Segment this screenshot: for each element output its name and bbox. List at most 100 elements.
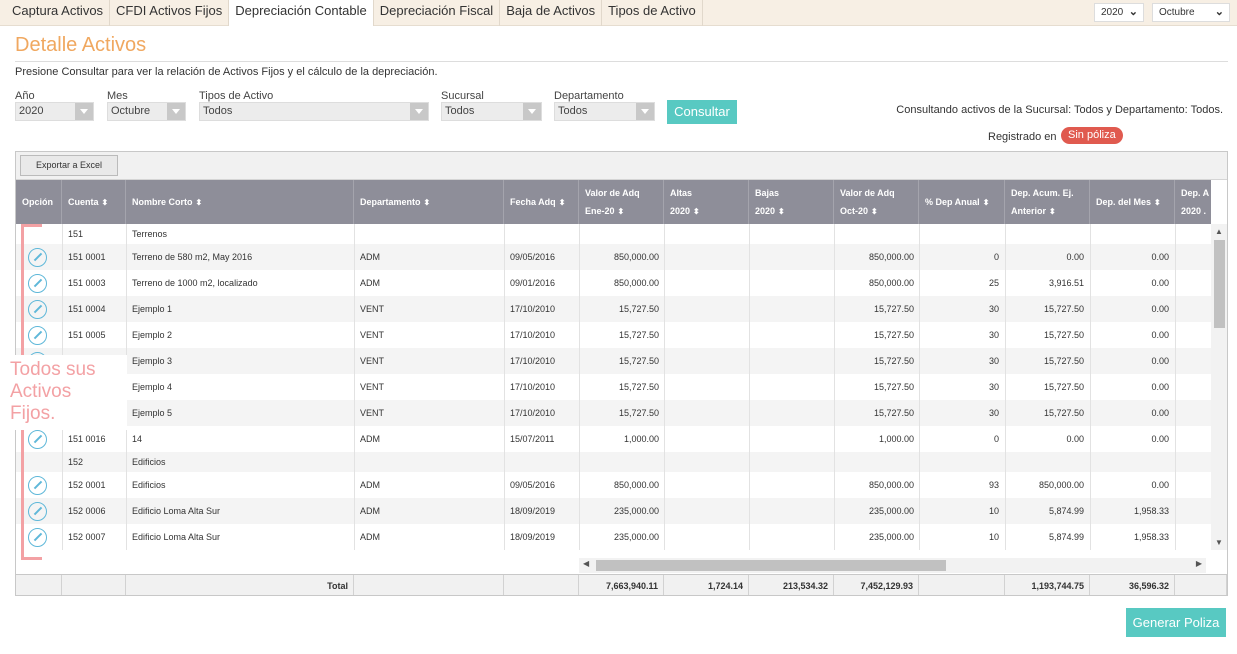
cell-cuenta: 151 0001 bbox=[68, 252, 106, 262]
edit-icon[interactable] bbox=[28, 325, 47, 345]
tab-cfdi-activos-fijos[interactable]: CFDI Activos Fijos bbox=[110, 0, 230, 26]
cell-nombre: Terreno de 580 m2, May 2016 bbox=[132, 252, 253, 262]
column-header-subtext: Anterior bbox=[1011, 206, 1047, 216]
column-header-dep-del-mes[interactable]: Dep. del Mes ⬍ bbox=[1090, 180, 1175, 224]
sort-icon[interactable]: ⬍ bbox=[1154, 198, 1161, 207]
sort-icon[interactable]: ⬍ bbox=[102, 198, 109, 207]
edit-icon[interactable] bbox=[28, 273, 47, 293]
export-excel-button[interactable]: Exportar a Excel bbox=[20, 155, 118, 176]
column-header-valor-adq-oct[interactable]: Valor de Adq Oct-20 ⬍ bbox=[834, 180, 919, 224]
column-divider bbox=[354, 224, 355, 244]
column-header-fecha-adq[interactable]: Fecha Adq ⬍ bbox=[504, 180, 579, 224]
scroll-thumb[interactable] bbox=[1214, 240, 1225, 328]
tab-baja-activos[interactable]: Baja de Activos bbox=[500, 0, 603, 26]
column-divider bbox=[62, 296, 63, 322]
sort-icon[interactable]: ⬍ bbox=[693, 207, 700, 216]
tipos-activo-select[interactable]: Todos bbox=[199, 102, 429, 121]
edit-icon[interactable] bbox=[28, 429, 47, 449]
tab-depreciacion-fiscal[interactable]: Depreciación Fiscal bbox=[374, 0, 501, 26]
cell-depto: VENT bbox=[360, 382, 385, 392]
cell-valor-ene bbox=[579, 452, 659, 472]
sort-icon[interactable]: ⬍ bbox=[196, 198, 203, 207]
mes-select[interactable]: Octubre bbox=[107, 102, 186, 121]
cell-valor-oct: 15,727.50 bbox=[873, 382, 914, 392]
scroll-up-icon[interactable]: ▲ bbox=[1215, 227, 1223, 236]
cell-dep-mes: 0.00 bbox=[1151, 480, 1169, 490]
column-header-dep-acum-anterior[interactable]: Dep. Acum. Ej. Anterior ⬍ bbox=[1005, 180, 1090, 224]
sort-icon[interactable]: ⬍ bbox=[983, 198, 990, 207]
column-header-dep-acum-2020[interactable]: Dep. A 2020 . bbox=[1175, 180, 1227, 224]
annotation-text: Todos sus Activos Fijos. bbox=[10, 359, 96, 424]
sort-icon[interactable]: ⬍ bbox=[1049, 207, 1056, 216]
column-divider bbox=[126, 524, 127, 550]
scroll-left-icon[interactable]: ◀ bbox=[583, 559, 589, 568]
edit-icon[interactable] bbox=[28, 527, 47, 547]
sucursal-select[interactable]: Todos bbox=[441, 102, 542, 121]
tab-depreciacion-contable[interactable]: Depreciación Contable bbox=[229, 0, 374, 26]
cell-valor-ene: 850,000.00 bbox=[613, 480, 659, 490]
scroll-thumb[interactable] bbox=[596, 560, 946, 571]
cell-cuenta: 152 0006 bbox=[68, 506, 106, 516]
cell-nombre: Terreno de 1000 m2, localizado bbox=[132, 278, 258, 288]
column-divider bbox=[1175, 498, 1176, 524]
anio-label: Año bbox=[15, 90, 35, 102]
column-header-text: Fecha Adq bbox=[510, 197, 556, 207]
departamento-select[interactable]: Todos bbox=[554, 102, 655, 121]
column-header-altas[interactable]: Altas 2020 ⬍ bbox=[664, 180, 749, 224]
anio-select[interactable]: 2020 bbox=[15, 102, 94, 121]
cell-valor-ene: 15,727.50 bbox=[618, 304, 659, 314]
column-divider bbox=[1175, 374, 1176, 400]
column-header-sublabel: 2020 ⬍ bbox=[755, 206, 785, 216]
tab-tipos-activo[interactable]: Tipos de Activo bbox=[602, 0, 703, 26]
cell-dep-mes: 1,958.33 bbox=[1133, 506, 1169, 516]
column-divider bbox=[354, 400, 355, 426]
consultando-status: Consultando activos de la Sucursal: Todo… bbox=[896, 104, 1223, 116]
consultar-button[interactable]: Consultar bbox=[667, 100, 737, 124]
column-header-opcion[interactable]: Opción bbox=[16, 180, 62, 224]
cell-dep-acum: 0.00 bbox=[1066, 252, 1084, 262]
edit-icon[interactable] bbox=[28, 475, 47, 495]
horizontal-scrollbar[interactable]: ◀ ▶ bbox=[579, 558, 1206, 573]
vertical-scrollbar[interactable]: ▲ ▼ bbox=[1211, 224, 1227, 550]
column-header-label: Dep. Acum. Ej. bbox=[1011, 188, 1074, 198]
cell-bajas bbox=[749, 244, 829, 270]
column-header-text: Nombre Corto bbox=[132, 197, 193, 207]
scroll-down-icon[interactable]: ▼ bbox=[1215, 538, 1223, 547]
sort-icon[interactable]: ⬍ bbox=[778, 207, 785, 216]
column-divider bbox=[126, 322, 127, 348]
module-tabs: Captura Activos CFDI Activos Fijos Depre… bbox=[6, 0, 703, 26]
cell-fecha: 17/10/2010 bbox=[510, 382, 556, 392]
sort-icon[interactable]: ⬍ bbox=[559, 198, 566, 207]
mes-value: Octubre bbox=[111, 105, 151, 117]
sort-icon[interactable]: ⬍ bbox=[424, 198, 431, 207]
cell-dep-mes: 0.00 bbox=[1151, 252, 1169, 262]
column-header-pct-dep-anual[interactable]: % Dep Anual ⬍ bbox=[919, 180, 1005, 224]
cell-valor-ene: 15,727.50 bbox=[618, 330, 659, 340]
edit-icon[interactable] bbox=[28, 501, 47, 521]
top-year-select[interactable]: 2020 ⌄ bbox=[1094, 3, 1144, 22]
cell-depto: ADM bbox=[360, 278, 380, 288]
column-header-departamento[interactable]: Departamento ⬍ bbox=[354, 180, 504, 224]
total-valor-oct: 7,452,129.93 bbox=[834, 575, 919, 595]
cell-depto: VENT bbox=[360, 356, 385, 366]
column-header-text: Cuenta bbox=[68, 197, 99, 207]
column-header-bajas[interactable]: Bajas 2020 ⬍ bbox=[749, 180, 834, 224]
column-header-nombre-corto[interactable]: Nombre Corto ⬍ bbox=[126, 180, 354, 224]
dropdown-arrow-icon bbox=[410, 103, 428, 120]
column-header-cuenta[interactable]: Cuenta ⬍ bbox=[62, 180, 126, 224]
tab-captura-activos[interactable]: Captura Activos bbox=[6, 0, 111, 26]
cell-fecha: 17/10/2010 bbox=[510, 330, 556, 340]
edit-icon[interactable] bbox=[28, 299, 47, 319]
cell-bajas bbox=[749, 472, 829, 498]
edit-icon[interactable] bbox=[28, 247, 47, 267]
generar-poliza-button[interactable]: Generar Poliza bbox=[1126, 608, 1226, 637]
sort-icon[interactable]: ⬍ bbox=[618, 207, 625, 216]
cell-bajas bbox=[749, 524, 829, 550]
top-month-select[interactable]: Octubre ⌄ bbox=[1152, 3, 1230, 22]
cell-depto: VENT bbox=[360, 330, 385, 340]
column-header-valor-adq-ene[interactable]: Valor de Adq Ene-20 ⬍ bbox=[579, 180, 664, 224]
column-divider bbox=[126, 452, 127, 472]
column-divider bbox=[126, 472, 127, 498]
sort-icon[interactable]: ⬍ bbox=[871, 207, 878, 216]
scroll-right-icon[interactable]: ▶ bbox=[1196, 559, 1202, 568]
